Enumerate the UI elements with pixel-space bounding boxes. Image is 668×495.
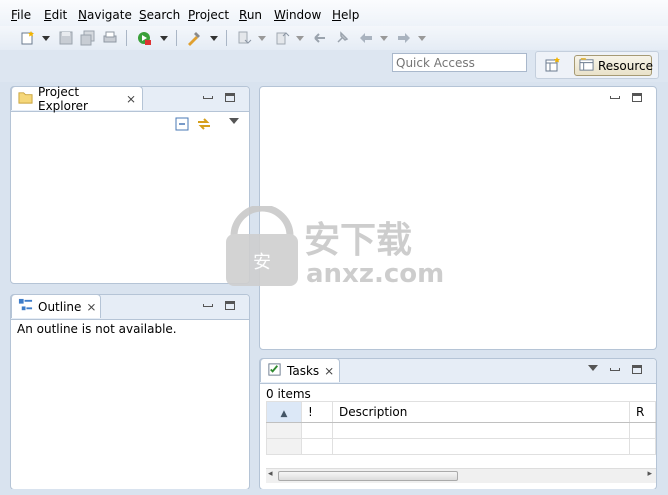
horizontal-scrollbar[interactable]: ◂ ▸ xyxy=(266,468,656,483)
maximize-icon[interactable] xyxy=(632,365,642,374)
link-with-editor-icon[interactable] xyxy=(196,116,212,132)
outline-title: Outline xyxy=(38,299,82,314)
scroll-left-icon[interactable]: ◂ xyxy=(268,469,273,479)
close-icon[interactable]: ⨯ xyxy=(126,92,136,106)
menu-edit[interactable]: Edit xyxy=(44,8,67,22)
sort-ascending-icon: ▲ xyxy=(280,409,288,419)
open-perspective-icon[interactable] xyxy=(544,56,562,74)
menu-project[interactable]: Project xyxy=(188,8,229,22)
minimize-icon[interactable] xyxy=(610,96,620,99)
menu-bar: File Edit Navigate Search Project Run Wi… xyxy=(0,0,668,26)
main-toolbar xyxy=(0,26,668,50)
completed-column-header[interactable]: ▲ xyxy=(266,401,302,423)
tab-outline[interactable]: Outline ⨯ xyxy=(11,294,101,318)
resource-column-header[interactable]: R xyxy=(629,401,656,423)
view-menu-icon[interactable] xyxy=(588,365,598,371)
tab-project-explorer[interactable]: Project Explorer ⨯ xyxy=(11,84,143,113)
toolbar-separator xyxy=(126,30,127,46)
close-icon[interactable]: ⨯ xyxy=(86,300,96,314)
project-explorer-view: Project Explorer ⨯ xyxy=(10,84,250,284)
status-bar xyxy=(0,489,668,495)
last-edit-icon[interactable] xyxy=(310,28,330,48)
watermark-logo: 安 安下载 anxz.com xyxy=(226,204,446,289)
prev-annotation-icon[interactable] xyxy=(272,28,292,48)
table-row xyxy=(266,422,656,439)
forward-arrow-icon[interactable] xyxy=(394,28,414,48)
outline-view: Outline ⨯ An outline is not available. xyxy=(10,294,250,490)
project-explorer-title: Project Explorer xyxy=(38,84,88,113)
resource-perspective-label: Resource xyxy=(598,58,654,73)
tasks-icon xyxy=(267,362,282,380)
maximize-icon[interactable] xyxy=(225,301,235,310)
run-icon[interactable] xyxy=(134,28,154,48)
menu-run[interactable]: Run xyxy=(239,8,262,22)
next-annotation-dropdown-icon[interactable] xyxy=(258,36,266,41)
new-icon[interactable] xyxy=(18,28,38,48)
prev-annotation-dropdown-icon[interactable] xyxy=(296,36,304,41)
forward-dropdown-icon[interactable] xyxy=(418,36,426,41)
tasks-count: 0 items xyxy=(266,387,311,401)
scrollbar-thumb[interactable] xyxy=(278,471,458,481)
menu-navigate[interactable]: Navigate xyxy=(78,8,132,22)
watermark-text: 安下载 xyxy=(304,220,412,261)
outline-message: An outline is not available. xyxy=(17,322,177,336)
collapse-all-icon[interactable] xyxy=(175,117,189,131)
external-tools-icon[interactable] xyxy=(184,28,204,48)
minimize-icon[interactable] xyxy=(203,96,213,99)
next-annotation-icon[interactable] xyxy=(234,28,254,48)
toolbar-separator xyxy=(226,30,227,46)
maximize-icon[interactable] xyxy=(632,93,642,102)
tasks-view: Tasks ⨯ 0 items ▲ ! Description R ◂ ▸ xyxy=(259,358,657,490)
tasks-title: Tasks xyxy=(287,363,320,378)
menu-search[interactable]: Search xyxy=(139,8,180,22)
back-arrow-icon[interactable] xyxy=(356,28,376,48)
back-dropdown-icon[interactable] xyxy=(380,36,388,41)
description-column-header[interactable]: Description xyxy=(332,401,630,423)
resource-perspective-icon xyxy=(579,57,594,75)
outline-icon xyxy=(18,298,33,316)
tasks-table: ▲ ! Description R xyxy=(266,401,656,455)
view-menu-icon[interactable] xyxy=(229,118,239,124)
save-icon[interactable] xyxy=(56,28,76,48)
save-all-icon[interactable] xyxy=(78,28,98,48)
quick-access-input[interactable] xyxy=(392,53,527,72)
tab-tasks[interactable]: Tasks ⨯ xyxy=(260,358,340,382)
pin-editor-icon[interactable] xyxy=(332,28,352,48)
maximize-icon[interactable] xyxy=(225,93,235,102)
table-header-row: ▲ ! Description R xyxy=(266,401,656,423)
folder-icon xyxy=(18,90,33,108)
print-icon[interactable] xyxy=(100,28,120,48)
toolbar-separator xyxy=(176,30,177,46)
watermark-sub: anxz.com xyxy=(306,259,444,288)
external-tools-dropdown-icon[interactable] xyxy=(210,36,218,41)
new-dropdown-icon[interactable] xyxy=(42,36,50,41)
minimize-icon[interactable] xyxy=(610,368,620,371)
table-row xyxy=(266,438,656,455)
menu-file[interactable]: File xyxy=(11,8,31,22)
menu-help[interactable]: Help xyxy=(332,8,359,22)
scroll-right-icon[interactable]: ▸ xyxy=(647,469,652,479)
menu-window[interactable]: Window xyxy=(274,8,321,22)
close-icon[interactable]: ⨯ xyxy=(324,364,334,378)
resource-perspective-button[interactable]: Resource xyxy=(574,55,654,76)
minimize-icon[interactable] xyxy=(203,304,213,307)
priority-column-header[interactable]: ! xyxy=(301,401,333,423)
run-dropdown-icon[interactable] xyxy=(160,36,168,41)
svg-text:安: 安 xyxy=(253,252,271,273)
